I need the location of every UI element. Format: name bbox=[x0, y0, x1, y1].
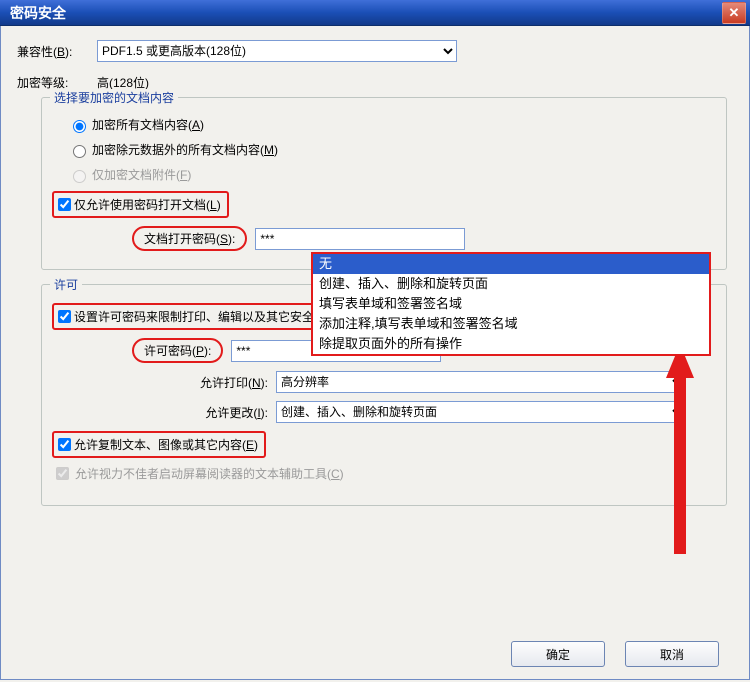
radio-encrypt-except-meta-label: 加密除元数据外的所有文档内容(M) bbox=[92, 141, 278, 158]
list-item[interactable]: 创建、插入、删除和旋转页面 bbox=[313, 274, 709, 294]
check-allow-reader bbox=[56, 467, 69, 480]
cancel-button[interactable]: 取消 bbox=[625, 641, 719, 667]
compat-label: 兼容性(B): bbox=[17, 43, 97, 60]
list-item[interactable]: 除提取页面外的所有操作 bbox=[313, 334, 709, 354]
radio-encrypt-attach-only-label: 仅加密文档附件(F) bbox=[92, 166, 191, 183]
highlight-open-pw: 仅允许使用密码打开文档(L) bbox=[52, 191, 229, 218]
check-restrict[interactable] bbox=[58, 310, 71, 323]
title-bar: 密码安全 ✕ bbox=[0, 0, 750, 26]
perm-pw-label: 许可密码(P): bbox=[144, 344, 211, 358]
highlight-copy: 允许复制文本、图像或其它内容(E) bbox=[52, 431, 266, 458]
allow-change-listbox[interactable]: 无 创建、插入、删除和旋转页面 填写表单域和签署签名域 添加注释,填写表单域和签… bbox=[311, 252, 711, 356]
check-allow-reader-label: 允许视力不佳者启动屏幕阅读器的文本辅助工具(C) bbox=[75, 465, 344, 482]
allow-print-label: 允许打印(N): bbox=[68, 374, 276, 391]
close-icon: ✕ bbox=[729, 5, 740, 21]
ok-button[interactable]: 确定 bbox=[511, 641, 605, 667]
list-item[interactable]: 填写表单域和签署签名域 bbox=[313, 294, 709, 314]
compat-select[interactable]: PDF1.5 或更高版本(128位) bbox=[97, 40, 457, 62]
list-item[interactable]: 添加注释,填写表单域和签署签名域 bbox=[313, 314, 709, 334]
check-open-pw[interactable] bbox=[58, 198, 71, 211]
group-content-legend: 选择要加密的文档内容 bbox=[50, 89, 178, 106]
open-pw-input[interactable] bbox=[255, 228, 465, 250]
allow-print-select[interactable]: 高分辨率 bbox=[276, 371, 686, 393]
radio-encrypt-except-meta[interactable] bbox=[73, 145, 86, 158]
radio-encrypt-all-label: 加密所有文档内容(A) bbox=[92, 116, 204, 133]
radio-encrypt-attach-only bbox=[73, 170, 86, 183]
check-allow-copy-label: 允许复制文本、图像或其它内容(E) bbox=[74, 436, 258, 453]
open-pw-label: 文档打开密码(S): bbox=[144, 232, 235, 246]
check-allow-copy[interactable] bbox=[58, 438, 71, 451]
check-open-pw-label: 仅允许使用密码打开文档(L) bbox=[74, 196, 221, 213]
group-permission-legend: 许可 bbox=[50, 276, 82, 293]
list-item[interactable]: 无 bbox=[313, 254, 709, 274]
highlight-open-pw-label: 文档打开密码(S): bbox=[132, 226, 247, 251]
group-content: 选择要加密的文档内容 加密所有文档内容(A) 加密除元数据外的所有文档内容(M)… bbox=[41, 97, 727, 270]
highlight-perm-pw-label: 许可密码(P): bbox=[132, 338, 223, 363]
allow-change-label: 允许更改(I): bbox=[68, 404, 276, 421]
close-button[interactable]: ✕ bbox=[722, 2, 746, 24]
allow-change-select[interactable]: 创建、插入、删除和旋转页面 bbox=[276, 401, 686, 423]
radio-encrypt-all[interactable] bbox=[73, 120, 86, 133]
window-title: 密码安全 bbox=[10, 3, 66, 23]
